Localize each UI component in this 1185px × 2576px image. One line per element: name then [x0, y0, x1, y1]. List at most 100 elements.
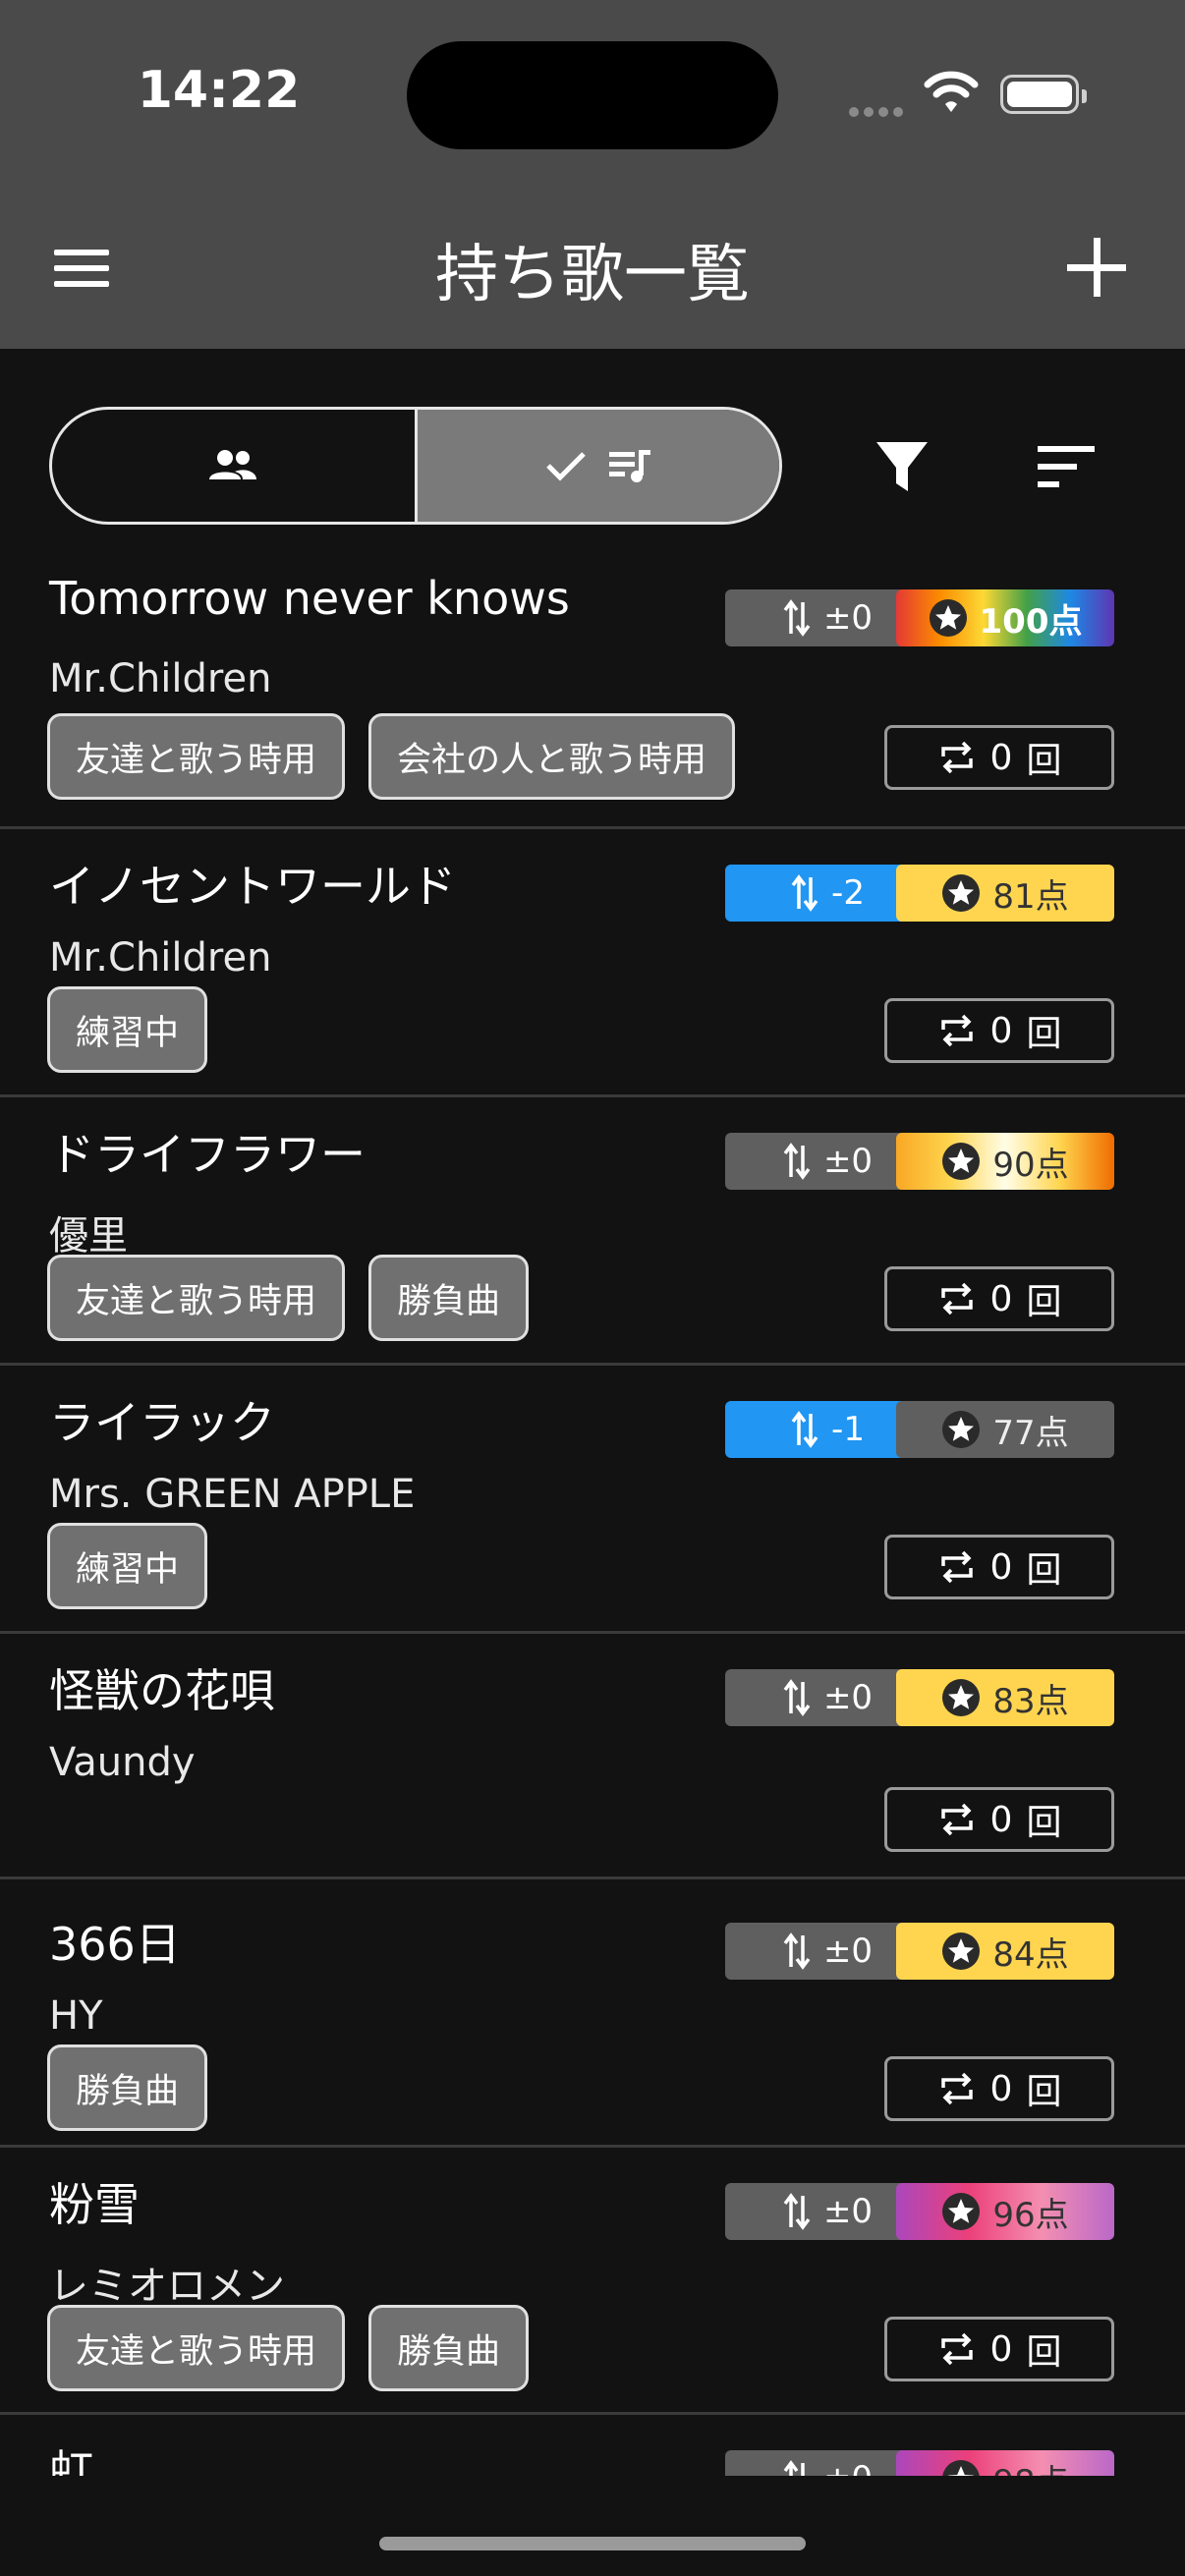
score-badge: 83点 — [896, 1669, 1114, 1726]
song-title: ドライフラワー — [49, 1128, 366, 1181]
score-badge: 90点 — [896, 1133, 1114, 1190]
score-value: 98点 — [992, 2455, 1068, 2477]
score-value: 100点 — [979, 601, 1083, 642]
sing-count-button[interactable]: 0回 — [884, 998, 1114, 1063]
cellular-signal-icon — [849, 102, 908, 121]
score-value: 77点 — [992, 1413, 1069, 1453]
song-row[interactable]: ドライフラワー優里 ±0 90点友達と歌う時用 勝負曲 0 回 — [0, 1097, 1185, 1366]
tab-singers[interactable] — [52, 410, 418, 522]
key-value: ±0 — [823, 2459, 873, 2476]
sort-icon[interactable] — [1034, 442, 1099, 491]
key-value: ±0 — [822, 1142, 874, 1181]
repeat-icon — [940, 1282, 973, 1316]
page-title: 持ち歌一覧 — [435, 239, 750, 311]
menu-button[interactable] — [47, 234, 116, 303]
score-value: 90点 — [992, 1145, 1069, 1185]
song-artist: Mr.Children — [49, 935, 272, 980]
key-value: ±0 — [822, 2192, 874, 2231]
key-arrows-icon — [783, 599, 811, 637]
sing-count: 0 — [989, 2328, 1013, 2370]
score-badge: 84点 — [896, 1923, 1114, 1980]
sing-count: 0 — [989, 1546, 1013, 1588]
tag-list: 友達と歌う時用 勝負曲 — [47, 2305, 530, 2391]
tag-chip[interactable]: 友達と歌う時用 — [47, 1255, 346, 1341]
song-artist: 優里 — [49, 1213, 128, 1259]
sing-count-button[interactable]: 0回 — [884, 1535, 1114, 1599]
sing-count: 0 — [989, 1010, 1013, 1051]
star-icon — [942, 1932, 981, 1970]
wifi-icon — [924, 71, 979, 112]
song-row[interactable]: 366日 HY ±0 84点 勝負曲 0 回 — [0, 1879, 1185, 2148]
view-toggle — [49, 407, 782, 525]
sing-count-button[interactable]: 0回 — [884, 2056, 1114, 2121]
star-icon — [942, 1143, 981, 1180]
key-value: ±0 — [822, 598, 874, 638]
sing-count: 0 — [989, 737, 1013, 778]
tag-chip[interactable]: 勝負曲 — [368, 2305, 530, 2391]
repeat-icon — [940, 1550, 973, 1584]
song-title: 366日 — [49, 1918, 181, 1971]
status-bar: 14:22 — [0, 0, 1185, 187]
tag-list: 勝負曲 — [47, 2044, 208, 2131]
tag-chip[interactable]: 友達と歌う時用 — [47, 713, 346, 800]
song-artist: レミオロメン — [49, 2264, 285, 2309]
dynamic-island — [407, 41, 778, 149]
song-row[interactable]: 粉雪レミオロメン ±0 96点友達と歌う時用 勝負曲 0 回 — [0, 2148, 1185, 2415]
tag-chip[interactable]: 友達と歌う時用 — [47, 2305, 346, 2391]
repeat-icon — [940, 1803, 973, 1836]
tag-list: 友達と歌う時用 勝負曲 — [47, 1255, 530, 1341]
sing-count-button[interactable]: 0回 — [884, 1787, 1114, 1852]
song-row[interactable]: ライラック Mrs. GREEN APPLE -1 77点 練習中 0 回 — [0, 1366, 1185, 1634]
tag-chip[interactable]: 勝負曲 — [47, 2044, 208, 2131]
tag-chip[interactable]: 練習中 — [47, 1523, 208, 1609]
key-arrows-icon — [783, 2460, 805, 2476]
star-icon — [942, 1679, 981, 1716]
tag-list: 練習中 — [47, 986, 208, 1073]
battery-icon — [1000, 75, 1087, 114]
filter-icon[interactable] — [873, 432, 931, 501]
sing-count-button[interactable]: 0回 — [884, 2317, 1114, 2381]
tag-chip[interactable]: 練習中 — [47, 986, 208, 1073]
song-row[interactable]: 虹 ±0 98点 — [0, 2415, 1185, 2476]
add-song-button[interactable] — [1061, 232, 1132, 303]
key-arrows-icon — [783, 1679, 811, 1716]
song-title: 怪獣の花唄 — [49, 1664, 275, 1717]
score-value: 84点 — [992, 1934, 1069, 1975]
key-value: -2 — [831, 873, 865, 913]
score-badge: 98点 — [896, 2450, 1114, 2476]
sing-count-unit: 回 — [1026, 2332, 1062, 2373]
people-icon — [209, 450, 257, 479]
key-arrows-icon — [791, 1411, 818, 1448]
score-value: 96点 — [992, 2195, 1069, 2235]
score-value: 81点 — [992, 876, 1069, 917]
star-icon — [942, 874, 981, 912]
home-indicator — [379, 2537, 806, 2550]
menu-icon — [54, 250, 109, 255]
song-row[interactable]: Tomorrow never knows Mr.Children ±0 100点 友達と… — [0, 550, 1185, 829]
sing-count-button[interactable]: 0回 — [884, 1266, 1114, 1331]
score-badge: 77点 — [896, 1401, 1114, 1458]
song-artist: Mr.Children — [49, 656, 272, 701]
sing-count-button[interactable]: 0回 — [884, 725, 1114, 790]
tag-list: 友達と歌う時用 会社の人と歌う時用 — [47, 713, 736, 800]
star-icon — [929, 599, 967, 637]
sing-count-unit: 回 — [1026, 1282, 1062, 1322]
tag-chip[interactable]: 会社の人と歌う時用 — [368, 713, 736, 800]
song-title: 粉雪 — [49, 2178, 140, 2231]
repeat-icon — [940, 741, 973, 774]
song-title: イノセントワールド — [49, 860, 456, 913]
song-row[interactable]: イノセントワールド Mr.Children -2 81点練習中 0 回 — [0, 829, 1185, 1097]
key-arrows-icon — [783, 1932, 811, 1970]
star-icon — [942, 2193, 981, 2230]
repeat-icon — [940, 2332, 973, 2366]
score-badge: 100点 — [896, 589, 1114, 646]
repeat-icon — [940, 1014, 973, 1047]
tab-songs[interactable] — [417, 410, 779, 522]
song-artist: Vaundy — [49, 1740, 196, 1785]
star-icon — [942, 1411, 981, 1448]
song-title: ライラック — [49, 1396, 275, 1449]
key-arrows-icon — [783, 1143, 811, 1180]
tag-chip[interactable]: 勝負曲 — [368, 1255, 530, 1341]
sing-count-unit: 回 — [1026, 741, 1062, 781]
song-row[interactable]: 怪獣の花唄 Vaundy ±0 83点 0 回 — [0, 1634, 1185, 1879]
